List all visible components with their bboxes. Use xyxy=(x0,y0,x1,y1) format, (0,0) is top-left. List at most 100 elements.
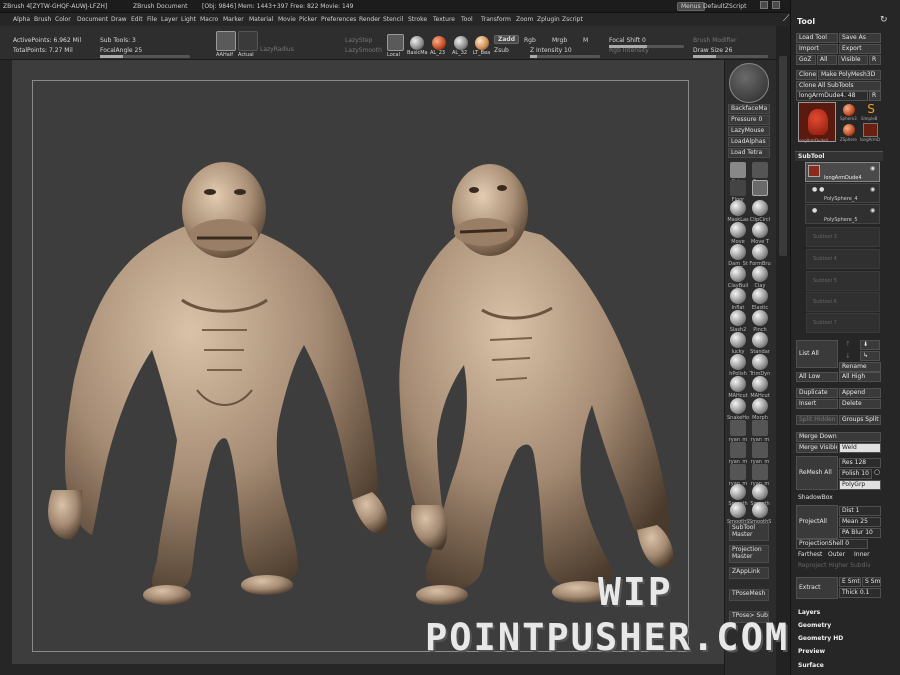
goz-visible-button[interactable]: Visible xyxy=(838,55,868,65)
rename-button[interactable]: Rename xyxy=(839,362,881,372)
draw-size-slider[interactable] xyxy=(693,55,768,58)
zsub-button[interactable]: Zsub xyxy=(494,47,509,54)
clone-button[interactable]: Clone xyxy=(796,70,817,80)
delete-button[interactable]: Delete xyxy=(839,399,881,409)
pa-blur-slider[interactable]: PA Blur 10 xyxy=(839,528,881,538)
menus-button[interactable]: Menus xyxy=(677,2,705,11)
brush-clay[interactable]: Clay xyxy=(749,266,771,289)
brush-clipcircle[interactable]: ClipCircl xyxy=(749,200,771,223)
subtool-empty-slot-2[interactable]: Subtool 4 xyxy=(806,249,880,269)
menu-stroke[interactable]: Stroke xyxy=(408,16,427,23)
append-button[interactable]: Append xyxy=(839,388,881,398)
load-tetra-button[interactable]: Load Tetra xyxy=(728,148,770,158)
mean-slider[interactable]: Mean 25 xyxy=(839,517,881,527)
reproject-button[interactable]: Reproject Higher Subdiv xyxy=(798,562,871,569)
brush-morph[interactable]: Morph xyxy=(749,398,771,421)
arrow-right-icon[interactable]: ↳ xyxy=(860,351,880,361)
subtool-row-3[interactable]: ● PolySphere_5 ◉ xyxy=(805,204,880,224)
mrgb-button[interactable]: Mrgb xyxy=(552,37,567,44)
subtool-empty-slot-3[interactable]: Subtool 5 xyxy=(806,271,880,291)
brush-claybuildup[interactable]: ClayBuil xyxy=(727,266,749,289)
brush-ryan-3[interactable]: ryan_m xyxy=(727,442,749,465)
material-basic-icon[interactable] xyxy=(410,36,424,50)
import-button[interactable]: Import xyxy=(796,44,838,54)
brush-formbrush[interactable]: FormBru xyxy=(749,244,771,267)
groups-split-button[interactable]: Groups Split xyxy=(839,415,881,425)
brush-ryan-4[interactable]: ryan_m xyxy=(749,442,771,465)
brush-standard[interactable]: Standar xyxy=(749,332,771,355)
zadd-button[interactable]: Zadd xyxy=(494,35,519,44)
merge-visible-button[interactable]: Merge Visible xyxy=(796,443,838,453)
polish-slider[interactable]: Polish 10 xyxy=(839,469,872,479)
backface-mask[interactable]: BackfaceMa xyxy=(728,104,770,114)
brush-smooths-2[interactable]: SmoothS xyxy=(749,502,771,525)
save-as-button[interactable]: Save As xyxy=(839,33,881,43)
outer-toggle[interactable]: Outer xyxy=(828,551,845,558)
duplicate-button[interactable]: Duplicate xyxy=(796,388,838,398)
layers-section[interactable]: Layers xyxy=(798,609,820,616)
load-alphas-button[interactable]: LoadAlphas xyxy=(728,137,770,147)
menu-marker[interactable]: Marker xyxy=(223,16,244,23)
menu-edit[interactable]: Edit xyxy=(131,16,143,23)
weld-toggle[interactable]: Weld xyxy=(839,443,881,453)
lazy-smooth[interactable]: LazySmooth xyxy=(345,47,382,54)
tool-thumb-longarm[interactable] xyxy=(863,123,878,137)
material-al32-icon[interactable] xyxy=(454,36,468,50)
extract-button[interactable]: Extract xyxy=(796,577,838,599)
subtool-empty-slot-1[interactable]: Subtool 3 xyxy=(806,227,880,247)
focal-shift[interactable]: Focal Shift 0 xyxy=(609,37,646,44)
surface-section[interactable]: Surface xyxy=(798,662,824,669)
tool-thumb-simpleb-icon[interactable]: S xyxy=(864,102,878,116)
brush-slash2[interactable]: Slash2 xyxy=(727,310,749,333)
rgb-button[interactable]: Rgb xyxy=(524,37,536,44)
dist-slider[interactable]: Dist 1 xyxy=(839,506,881,516)
make-polymesh-button[interactable]: Make PolyMesh3D xyxy=(818,70,881,80)
brush-pinch[interactable]: Pinch xyxy=(749,310,771,333)
script-label[interactable]: DefaultZScript xyxy=(703,3,746,10)
goz-button[interactable]: GoZ xyxy=(796,55,816,65)
aahalf-button[interactable] xyxy=(216,31,236,51)
brush-inflat[interactable]: Inflat xyxy=(727,288,749,311)
tool-thumb-sphere3[interactable] xyxy=(843,104,855,116)
geometry-hd-section[interactable]: Geometry HD xyxy=(798,635,843,642)
brush-ryan-2[interactable]: ryan_m xyxy=(749,420,771,443)
rgb-intensity[interactable]: Rgb Intensity xyxy=(609,47,649,54)
shadowbox-label[interactable]: ShadowBox xyxy=(798,494,833,501)
tool-thumb-zsphere[interactable] xyxy=(843,124,855,136)
goz-r-button[interactable]: R xyxy=(869,55,881,65)
refresh-icon[interactable]: ↻ xyxy=(880,15,888,25)
current-tool-r-button[interactable]: R xyxy=(869,91,881,101)
brush-mahcut-1[interactable]: MAHcut xyxy=(727,376,749,399)
palette-arrow-icon[interactable]: ⟋ xyxy=(783,14,789,24)
subtool-empty-slot-4[interactable]: Subtool 6 xyxy=(806,292,880,312)
merge-down-button[interactable]: Merge Down xyxy=(796,432,881,442)
move-down-icon[interactable]: ↓ xyxy=(845,352,851,360)
load-tool-button[interactable]: Load Tool xyxy=(796,33,838,43)
brush-smooths-1[interactable]: SmoothS xyxy=(727,502,749,525)
menu-alpha[interactable]: Alpha xyxy=(13,16,30,23)
insert-button[interactable]: Insert xyxy=(796,399,838,409)
brush-move-t[interactable]: Move T xyxy=(749,222,771,245)
lazy-radius[interactable]: LazyRadius xyxy=(260,46,294,53)
brush-elastic[interactable]: Elastic xyxy=(749,288,771,311)
geometry-section[interactable]: Geometry xyxy=(798,622,831,629)
menu-preferences[interactable]: Preferences xyxy=(321,16,356,23)
pressure-setting[interactable]: Pressure 0 xyxy=(728,115,770,125)
projection-shell-slider[interactable]: ProjectionShell 0 xyxy=(796,539,868,549)
menu-tool[interactable]: Tool xyxy=(461,16,473,23)
current-tool-slider[interactable]: longArmDude4. 48 xyxy=(796,91,868,101)
menu-zscript[interactable]: Zscript xyxy=(562,16,583,23)
z-intensity-slider[interactable] xyxy=(530,55,600,58)
menu-render[interactable]: Render xyxy=(359,16,380,23)
inner-toggle[interactable]: Inner xyxy=(854,551,870,558)
lazymouse-button[interactable]: LazyMouse xyxy=(728,126,770,136)
brush-lucky[interactable]: lucky xyxy=(727,332,749,355)
subtool-row-1[interactable]: longArmDude4 ◉ xyxy=(805,162,880,182)
preview-section[interactable]: Preview xyxy=(798,648,825,655)
brush-snakehook[interactable]: SnakeHo xyxy=(727,398,749,421)
menu-picker[interactable]: Picker xyxy=(299,16,317,23)
move-up-icon[interactable]: ↑ xyxy=(845,340,851,348)
lazy-step[interactable]: LazyStep xyxy=(345,37,372,44)
menu-document[interactable]: Document xyxy=(77,16,108,23)
remesh-all-button[interactable]: ReMesh All xyxy=(796,456,838,490)
